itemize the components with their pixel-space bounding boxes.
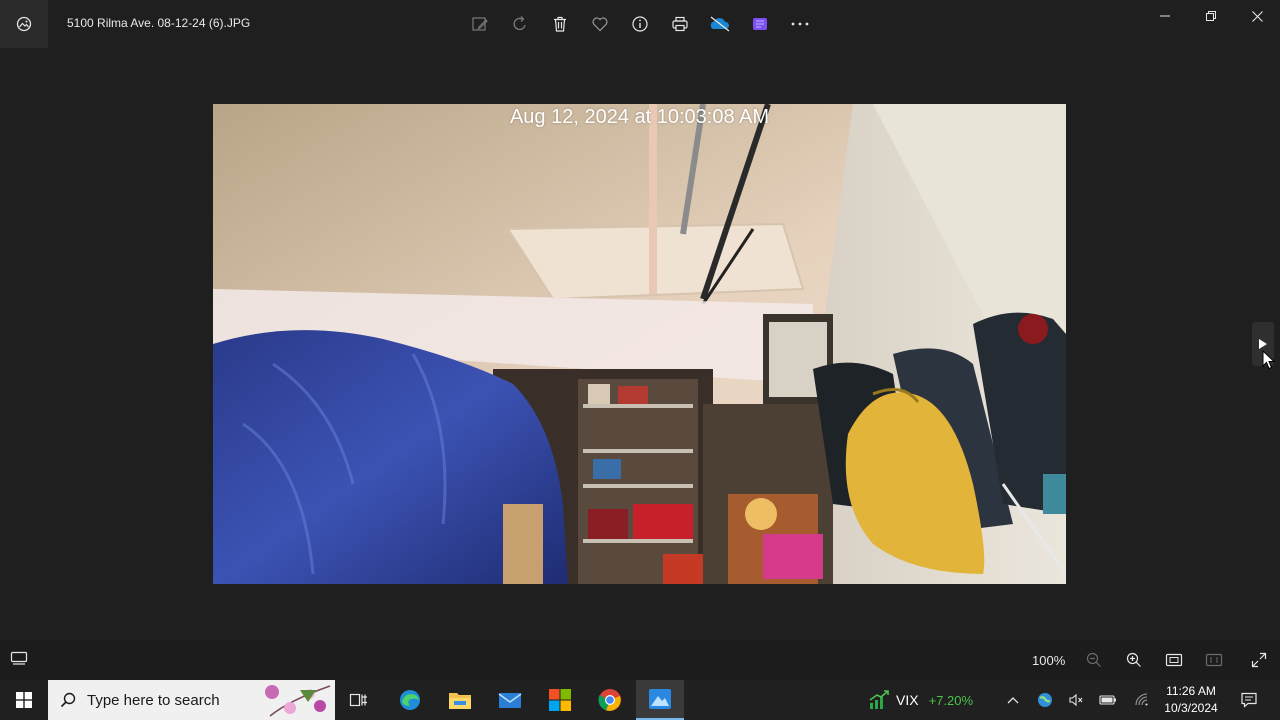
taskbar-clock[interactable]: 11:26 AM 10/3/2024: [1156, 683, 1226, 717]
ticker-name: VIX: [896, 692, 919, 708]
stock-ticker-widget[interactable]: VIX +7.20%: [868, 688, 973, 712]
onedrive-button[interactable]: [700, 4, 740, 44]
task-view-button[interactable]: [335, 680, 383, 720]
title-bar: 5100 Rilma Ave. 08-12-24 (6).JPG: [0, 0, 1280, 48]
clipchamp-icon: [753, 18, 767, 30]
zoom-level[interactable]: 100%: [1032, 653, 1065, 668]
photos-icon: [649, 689, 671, 709]
tray-network-globe[interactable]: [1030, 680, 1060, 720]
window-controls: [1142, 0, 1280, 32]
zoom-in-button[interactable]: [1122, 648, 1146, 672]
wifi-icon: [1135, 693, 1148, 706]
search-icon: [60, 692, 76, 708]
edge-icon: [400, 690, 420, 710]
favorite-icon: [592, 17, 608, 32]
file-name: 5100 Rilma Ave. 08-12-24 (6).JPG: [67, 16, 251, 30]
filmstrip-toggle[interactable]: [10, 650, 30, 670]
garage-photo: [213, 104, 1066, 584]
filmstrip-icon: [10, 651, 28, 665]
ticker-change: +7.20%: [928, 692, 974, 708]
actual-size-button[interactable]: [1202, 648, 1226, 672]
expand-icon: [1251, 652, 1267, 668]
restore-button[interactable]: [1188, 0, 1234, 32]
microsoft-store-icon: [549, 689, 571, 711]
actual-size-icon: [1205, 653, 1223, 667]
zoom-in-icon: [1126, 652, 1141, 667]
start-button[interactable]: [0, 680, 48, 720]
minimize-button[interactable]: [1142, 0, 1188, 32]
taskbar-file-explorer[interactable]: [436, 680, 484, 720]
info-icon: [632, 16, 648, 32]
taskbar-edge[interactable]: [386, 680, 434, 720]
mail-icon: [498, 693, 522, 708]
fit-to-window-button[interactable]: [1162, 648, 1186, 672]
restore-icon: [1206, 11, 1216, 21]
fit-to-window-icon: [1165, 653, 1183, 667]
show-hidden-icons-button[interactable]: [998, 680, 1028, 720]
photos-app-icon[interactable]: [0, 0, 48, 48]
trend-up-icon: [869, 690, 889, 709]
taskbar-microsoft-store[interactable]: [536, 680, 584, 720]
taskbar-photos[interactable]: [636, 680, 684, 720]
tray-battery[interactable]: [1093, 680, 1123, 720]
battery-icon: [1099, 695, 1116, 705]
delete-button[interactable]: [540, 4, 580, 44]
toolbar: [460, 4, 820, 44]
onedrive-icon: [710, 16, 730, 32]
favorite-button[interactable]: [580, 4, 620, 44]
clock-date: 10/3/2024: [1164, 701, 1218, 715]
notification-center-button[interactable]: [1234, 680, 1264, 720]
task-view-icon: [349, 693, 367, 707]
minimize-icon: [1160, 15, 1170, 17]
zoom-out-icon: [1086, 652, 1101, 667]
rotate-icon: [513, 16, 526, 31]
notification-icon: [1241, 692, 1257, 708]
taskbar-mail[interactable]: [486, 680, 534, 720]
more-options-button[interactable]: [780, 4, 820, 44]
tray-wifi[interactable]: [1127, 680, 1157, 720]
chevron-up-icon: [1007, 697, 1019, 704]
taskbar-search-box[interactable]: Type here to search: [48, 680, 335, 720]
folder-icon: [449, 693, 471, 709]
search-highlight-flowers-icon: [265, 685, 331, 717]
delete-icon: [554, 16, 566, 32]
tray-volume[interactable]: [1061, 680, 1091, 720]
clock-time: 11:26 AM: [1166, 684, 1216, 698]
print-button[interactable]: [660, 4, 700, 44]
close-button[interactable]: [1234, 0, 1280, 32]
print-icon: [672, 16, 688, 32]
close-icon: [1251, 10, 1263, 22]
photos-app-window: 5100 Rilma Ave. 08-12-24 (6).JPG Aug 12,…: [0, 0, 1280, 680]
file-info-button[interactable]: [620, 4, 660, 44]
edit-image-button[interactable]: [460, 4, 500, 44]
chevron-right-icon: [1259, 339, 1267, 349]
taskbar-chrome[interactable]: [586, 680, 634, 720]
volume-muted-icon: [1069, 693, 1083, 707]
search-placeholder: Type here to search: [87, 691, 220, 709]
edit-icon: [472, 17, 488, 31]
clipchamp-button[interactable]: [740, 4, 780, 44]
windows-taskbar: Type here to search VIX +7.20% 11:26 AM …: [0, 680, 1280, 720]
photo-view: Aug 12, 2024 at 10:03:08 AM: [213, 104, 1066, 584]
mouse-cursor-icon: [1262, 350, 1276, 370]
rotate-button[interactable]: [500, 4, 540, 44]
full-screen-button[interactable]: [1247, 648, 1271, 672]
viewer-bottom-bar: 100%: [0, 640, 1280, 680]
globe-icon: [1038, 693, 1052, 707]
zoom-out-button[interactable]: [1082, 648, 1106, 672]
more-icon: [791, 22, 809, 26]
chrome-icon: [598, 689, 621, 711]
windows-logo-icon: [16, 692, 32, 708]
photo-timestamp-overlay: Aug 12, 2024 at 10:03:08 AM: [509, 106, 770, 128]
